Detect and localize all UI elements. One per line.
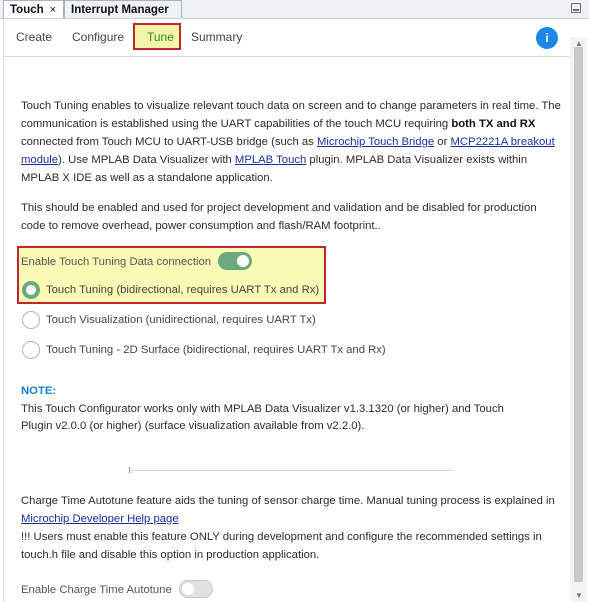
touch-panel: Create Configure Tune Summary i Touch Tu… <box>3 19 570 602</box>
tab-touch[interactable]: Touch × <box>3 0 64 18</box>
close-icon[interactable]: × <box>50 4 56 16</box>
intro-text-3: or <box>434 136 451 148</box>
scrollbar-thumb[interactable] <box>574 47 583 582</box>
autotune-text-1: Charge Time Autotune feature aids the tu… <box>21 495 555 507</box>
section-divider <box>129 467 454 473</box>
touch-bridge-link[interactable]: Microchip Touch Bridge <box>317 136 434 148</box>
radio-2d-surface-label: Touch Tuning - 2D Surface (bidirectional… <box>46 344 386 356</box>
autotune-toggle[interactable] <box>179 580 213 598</box>
autotune-text-2: !!! Users must enable this feature ONLY … <box>21 531 542 561</box>
note-text: This Touch Configurator works only with … <box>21 403 504 432</box>
mplab-touch-link[interactable]: MPLAB Touch <box>235 154 306 166</box>
enable-tuning-toggle[interactable] <box>218 252 252 270</box>
editor-tab-bar: Touch × Interrupt Manager <box>0 0 589 19</box>
nav-configure[interactable]: Configure <box>72 30 124 44</box>
intro-bold: both TX and RX <box>451 118 536 130</box>
enable-tuning-label: Enable Touch Tuning Data connection <box>21 256 212 268</box>
tab-interrupt-manager-label: Interrupt Manager <box>71 4 169 16</box>
sub-nav: Create Configure Tune Summary i <box>4 19 570 57</box>
intro-text-4: ). Use MPLAB Data Visualizer with <box>58 154 235 166</box>
autotune-label: Enable Charge Time Autotune <box>21 584 172 596</box>
radio-touch-tuning[interactable] <box>22 281 40 299</box>
intro-paragraph: Touch Tuning enables to visualize releva… <box>21 97 561 187</box>
radio-touch-visualization-label: Touch Visualization (unidirectional, req… <box>46 314 316 326</box>
minimize-icon[interactable] <box>571 3 581 13</box>
radio-touch-visualization[interactable] <box>22 311 40 329</box>
nav-summary[interactable]: Summary <box>191 30 242 44</box>
autotune-paragraph: Charge Time Autotune feature aids the tu… <box>21 492 561 564</box>
dev-note: This should be enabled and used for proj… <box>21 202 537 232</box>
scroll-down-icon[interactable]: ▼ <box>575 591 583 600</box>
radio-2d-surface[interactable] <box>22 341 40 359</box>
nav-create[interactable]: Create <box>16 30 52 44</box>
info-icon[interactable]: i <box>536 27 558 49</box>
developer-help-link[interactable]: Microchip Developer Help page <box>21 513 179 525</box>
intro-text-2: connected from Touch MCU to UART-USB bri… <box>21 136 317 148</box>
radio-touch-tuning-label: Touch Tuning (bidirectional, requires UA… <box>46 284 320 296</box>
tab-touch-label: Touch <box>10 4 44 16</box>
tab-interrupt-manager[interactable]: Interrupt Manager <box>64 0 182 18</box>
note-heading: NOTE: <box>21 385 57 397</box>
scrollbar[interactable]: ▲ ▼ <box>570 37 587 602</box>
nav-tune[interactable]: Tune <box>147 30 174 44</box>
